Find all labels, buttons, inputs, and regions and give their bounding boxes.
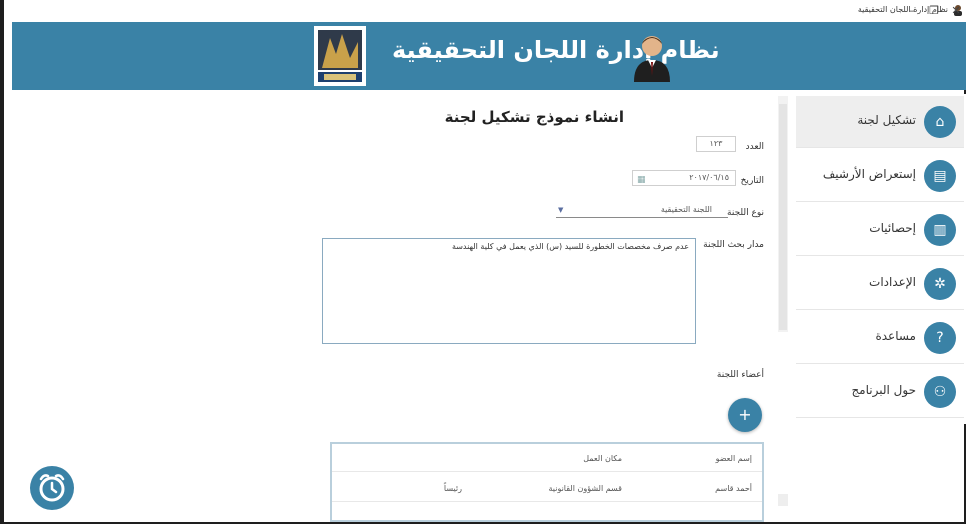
sidebar-item-label: الإعدادات <box>869 275 916 289</box>
minimize-button[interactable]: – <box>900 2 924 20</box>
sidebar-item-label: حول البرنامج <box>851 383 916 397</box>
member-role: رئيساً <box>443 484 462 493</box>
app-window: نظام إدارة اللجان التحقيقية – ❐ ✕ نظام إ… <box>0 0 966 524</box>
date-picker[interactable]: ٢٠١٧/٠٦/١٥ ▦ <box>632 170 736 186</box>
form-title: انشاء نموذج تشكيل لجنة <box>444 108 624 126</box>
vertical-scrollbar[interactable] <box>778 96 788 332</box>
scroll-down-arrow[interactable] <box>778 494 788 506</box>
table-row[interactable]: أحمد قاسم قسم الشؤون القانونية رئيساً <box>332 474 762 502</box>
committee-type-value: اللجنة التحقيقية <box>660 205 712 214</box>
sidebar-item-settings[interactable]: ✲ الإعدادات <box>796 258 964 310</box>
title-bar: نظام إدارة اللجان التحقيقية – ❐ ✕ <box>4 0 966 22</box>
home-icon: ⌂ <box>924 106 956 138</box>
app-header: نظام إدارة اللجان التحقيقية <box>12 22 966 90</box>
number-input[interactable]: ١٢٣ <box>696 136 736 152</box>
sidebar: ⌂ تشكيل لجنة ▤ إستعراض الأرشيف ▥ إحصائيا… <box>796 94 966 424</box>
sidebar-item-label: إستعراض الأرشيف <box>822 167 916 181</box>
members-table: إسم العضو مكان العمل أحمد قاسم قسم الشؤو… <box>330 442 764 522</box>
sidebar-item-label: تشكيل لجنة <box>857 113 916 127</box>
committee-type-label: نوع اللجنة <box>727 208 764 218</box>
chevron-down-icon: ▼ <box>558 206 564 214</box>
column-header-name: إسم العضو <box>715 454 752 463</box>
sidebar-item-label: إحصائيات <box>869 221 916 235</box>
main-content: انشاء نموذج تشكيل لجنة العدد ١٢٣ التاريخ… <box>12 90 792 522</box>
close-button[interactable]: ✕ <box>944 2 966 20</box>
subject-textarea[interactable]: عدم صرف مخصصات الخطورة للسيد (س) الذي يع… <box>322 238 696 344</box>
add-member-button[interactable]: + <box>728 398 762 432</box>
sidebar-item-form[interactable]: ⌂ تشكيل لجنة <box>796 96 964 148</box>
help-icon: ? <box>924 322 956 354</box>
sidebar-item-label: مساعدة <box>875 329 916 343</box>
user-avatar-icon <box>634 36 670 82</box>
sidebar-item-stats[interactable]: ▥ إحصائيات <box>796 204 964 256</box>
sidebar-item-about[interactable]: ⚇ حول البرنامج <box>796 366 964 418</box>
alarm-button[interactable] <box>30 466 74 510</box>
user-add-icon: ⚇ <box>924 376 956 408</box>
sidebar-item-archive[interactable]: ▤ إستعراض الأرشيف <box>796 150 964 202</box>
university-logo <box>314 26 366 86</box>
member-name: أحمد قاسم <box>715 484 752 493</box>
archive-icon: ▤ <box>924 160 956 192</box>
maximize-button[interactable]: ❐ <box>922 2 946 20</box>
member-workplace: قسم الشؤون القانونية <box>548 484 622 493</box>
gear-icon: ✲ <box>924 268 956 300</box>
number-label: العدد <box>745 142 764 152</box>
sidebar-item-help[interactable]: ? مساعدة <box>796 312 964 364</box>
date-value: ٢٠١٧/٠٦/١٥ <box>689 173 729 182</box>
scrollbar-thumb[interactable] <box>779 104 787 330</box>
date-label: التاريخ <box>740 176 764 186</box>
members-label: أعضاء اللجنة <box>716 370 764 380</box>
subject-label: مدار بحث اللجنة <box>703 240 764 250</box>
table-header: إسم العضو مكان العمل <box>332 444 762 472</box>
column-header-workplace: مكان العمل <box>583 454 622 463</box>
calendar-icon[interactable]: ▦ <box>637 173 646 187</box>
alarm-clock-icon <box>39 474 65 502</box>
stats-icon: ▥ <box>924 214 956 246</box>
committee-type-select[interactable]: اللجنة التحقيقية ▼ <box>556 202 728 218</box>
